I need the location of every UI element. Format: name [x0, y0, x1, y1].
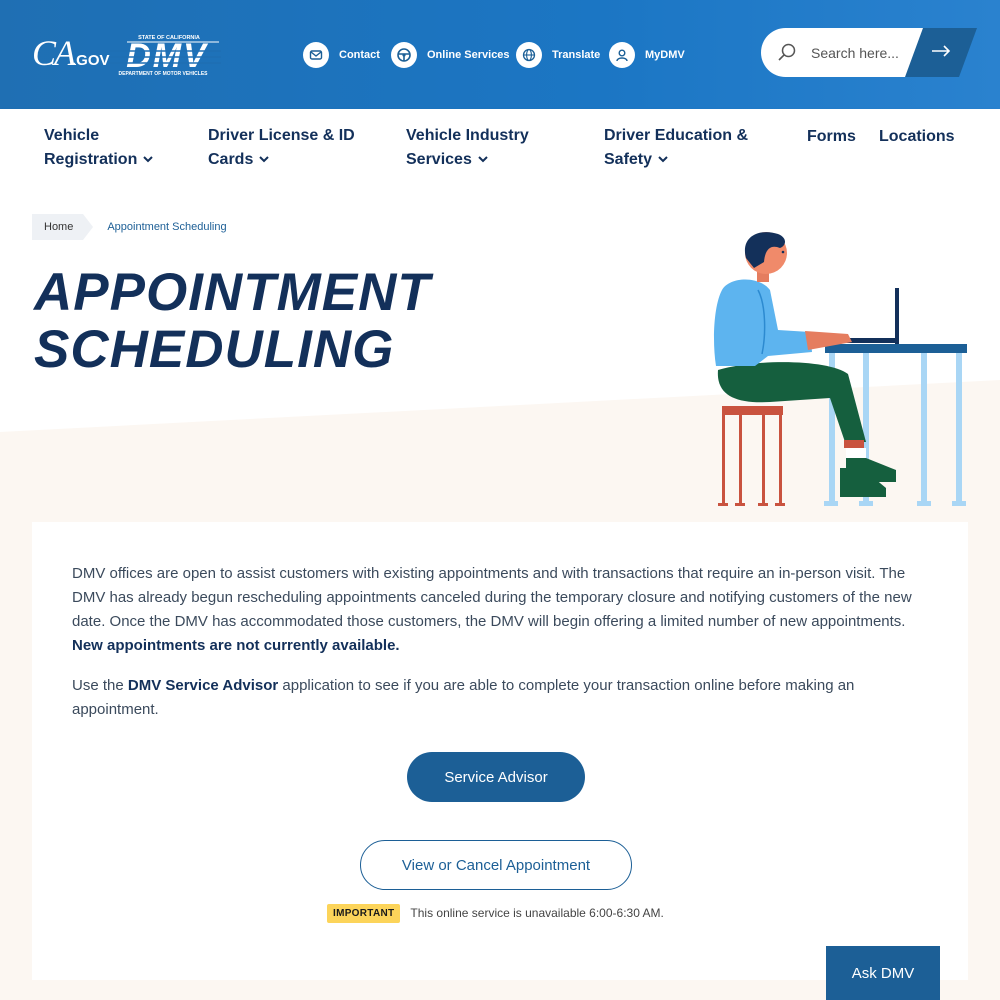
breadcrumb-home[interactable]: Home [32, 214, 94, 240]
online-services-link[interactable]: Online Services [391, 42, 510, 68]
globe-icon [516, 42, 542, 68]
nav-item-line2: Services [406, 151, 472, 168]
ask-dmv-button[interactable]: Ask DMV [826, 946, 940, 1000]
mydmv-label: MyDMV [645, 49, 685, 61]
view-cancel-appointment-button[interactable]: View or Cancel Appointment [360, 840, 632, 890]
dmv-logo-bottom-text: DEPARTMENT OF MOTOR VEHICLES [119, 71, 209, 77]
contact-link[interactable]: Contact [303, 42, 380, 68]
nav-vehicle-registration[interactable]: Vehicle Registration [44, 124, 154, 172]
chevron-down-icon [478, 156, 488, 163]
dmv-logo[interactable]: STATE OF CALIFORNIA DMV DEPARTMENT OF MO… [107, 33, 223, 77]
nav-item-line1: Driver License & ID [208, 127, 355, 144]
dmv-logo-main-text: DMV [126, 37, 209, 75]
nav-item-line1: Vehicle Industry [406, 127, 529, 144]
contact-label: Contact [339, 49, 380, 61]
service-advisor-paragraph: Use the DMV Service Advisor application … [72, 674, 934, 722]
translate-link[interactable]: Translate [516, 42, 600, 68]
page-title-line1: APPOINTMENT [34, 263, 431, 322]
nav-item-line2: Registration [44, 151, 138, 168]
nav-item-line2: Safety [604, 151, 653, 168]
nav-item-label: Locations [879, 128, 955, 145]
ca-logo-text: CA [32, 33, 76, 73]
advisor-bold-text: DMV Service Advisor [127, 677, 279, 694]
search-icon [777, 42, 797, 67]
content-card: DMV offices are open to assist customers… [32, 522, 968, 980]
person-at-laptop-illustration [714, 232, 967, 506]
important-badge: IMPORTANT [327, 903, 401, 923]
arrow-right-icon [931, 44, 951, 62]
advisor-pre-text: Use the [72, 677, 128, 694]
intro-bold-text: New appointments are not currently avail… [72, 637, 400, 654]
chevron-down-icon [658, 156, 668, 163]
page-title: APPOINTMENT SCHEDULING [34, 264, 554, 378]
mydmv-link[interactable]: MyDMV [609, 42, 685, 68]
nav-vehicle-industry[interactable]: Vehicle Industry Services [406, 124, 529, 172]
service-advisor-button[interactable]: Service Advisor [407, 752, 585, 802]
nav-driver-education[interactable]: Driver Education & Safety [604, 124, 748, 172]
user-icon [609, 42, 635, 68]
intro-paragraph: DMV offices are open to assist customers… [72, 562, 934, 658]
important-notice: IMPORTANT This online service is unavail… [327, 902, 664, 924]
translate-label: Translate [552, 49, 601, 61]
breadcrumb-current[interactable]: Appointment Scheduling [107, 221, 226, 233]
ca-gov-logo[interactable]: CA.GOV [32, 34, 110, 80]
main-navigation: Vehicle Registration Driver License & ID… [0, 109, 1000, 190]
search-input[interactable] [809, 40, 923, 66]
ca-logo-suffix: .GOV [72, 52, 110, 69]
nav-item-line1: Vehicle [44, 127, 100, 144]
search-field [761, 28, 931, 77]
nav-item-line1: Driver Education & [604, 127, 749, 144]
steering-wheel-icon [391, 42, 417, 68]
online-services-label: Online Services [427, 49, 510, 61]
intro-text: DMV offices are open to assist customers… [72, 565, 912, 630]
search-bar [761, 28, 977, 77]
breadcrumb: Home Appointment Scheduling [32, 214, 227, 240]
nav-item-line2: Cards [208, 151, 254, 168]
mail-icon [303, 42, 329, 68]
nav-driver-license[interactable]: Driver License & ID Cards [208, 124, 355, 172]
nav-forms[interactable]: Forms [807, 125, 856, 149]
important-notice-text: This online service is unavailable 6:00-… [410, 906, 664, 920]
page-title-line2: SCHEDULING [34, 320, 395, 379]
nav-locations[interactable]: Locations [879, 125, 955, 149]
top-header: CA.GOV STATE OF CALIFORNIA DMV DEPARTMEN… [0, 0, 1000, 109]
chevron-down-icon [143, 156, 154, 163]
chevron-down-icon [259, 156, 270, 163]
nav-item-label: Forms [807, 128, 856, 145]
